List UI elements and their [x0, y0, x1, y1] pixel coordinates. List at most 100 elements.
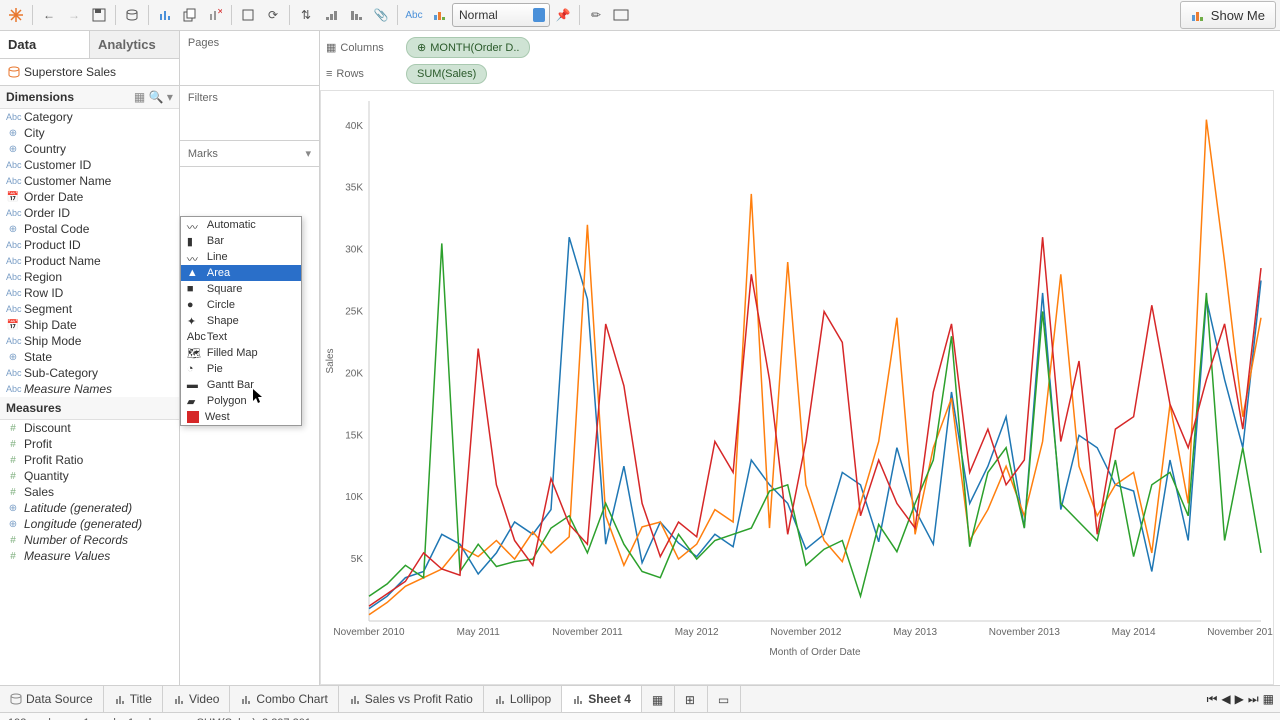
marks-option-gantt-bar[interactable]: ▬Gantt Bar: [181, 377, 301, 393]
tab-data[interactable]: Data: [0, 31, 89, 58]
sheet-tab-combo-chart[interactable]: Combo Chart: [230, 686, 338, 712]
autoupdate-icon[interactable]: [236, 3, 260, 27]
field-region[interactable]: AbcRegion: [0, 269, 179, 285]
marks-shelf-header[interactable]: Marks▾: [180, 141, 319, 167]
sort-desc-icon[interactable]: [344, 3, 368, 27]
new-dashboard-button[interactable]: ⊞: [675, 686, 708, 712]
first-tab-icon[interactable]: ⏮: [1207, 692, 1218, 707]
marks-option-pie[interactable]: ◔Pie: [181, 361, 301, 377]
tab-analytics[interactable]: Analytics: [89, 31, 179, 58]
marks-option-shape[interactable]: ✦Shape: [181, 313, 301, 329]
marks-option-automatic[interactable]: 〰Automatic: [181, 217, 301, 233]
tab-grid-icon[interactable]: ▦: [1263, 692, 1274, 706]
field-ship-date[interactable]: 📅Ship Date: [0, 317, 179, 333]
field-city[interactable]: ⊕City: [0, 125, 179, 141]
chart-canvas[interactable]: 5K10K15K20K25K30K35K40KNovember 2010May …: [320, 90, 1274, 685]
duplicate-sheet-icon[interactable]: [178, 3, 202, 27]
marks-option-line[interactable]: 〰Line: [181, 249, 301, 265]
field-quantity[interactable]: #Quantity: [0, 468, 179, 484]
west-color-swatch: [187, 411, 199, 423]
pin-icon[interactable]: 📌: [551, 3, 575, 27]
sort-asc-icon[interactable]: [319, 3, 343, 27]
field-customer-name[interactable]: AbcCustomer Name: [0, 173, 179, 189]
field-postal-code[interactable]: ⊕Postal Code: [0, 221, 179, 237]
svg-text:May 2011: May 2011: [457, 627, 501, 638]
svg-text:November 2014: November 2014: [1207, 627, 1273, 638]
next-tab-icon[interactable]: ▶: [1235, 692, 1244, 706]
filled-map-icon: 🗺: [187, 347, 201, 359]
field-longitude-generated-[interactable]: ⊕Longitude (generated): [0, 516, 179, 532]
run-icon[interactable]: ⟳: [261, 3, 285, 27]
marks-option-polygon[interactable]: ▰Polygon: [181, 393, 301, 409]
tab-icon: [349, 693, 361, 705]
new-dashboard-icon: ⊞: [685, 693, 697, 705]
status-bar: 192 marks 1 row by 1 column SUM(Sales): …: [0, 712, 1280, 720]
last-tab-icon[interactable]: ⏭: [1248, 692, 1259, 707]
rows-pill[interactable]: SUM(Sales): [406, 64, 487, 84]
field-measure-values[interactable]: #Measure Values: [0, 548, 179, 564]
labels-icon[interactable]: Abc: [402, 3, 426, 27]
field-state[interactable]: ⊕State: [0, 349, 179, 365]
svg-text:November 2012: November 2012: [770, 627, 842, 638]
sheet-tab-data-source[interactable]: Data Source: [0, 686, 104, 712]
field-product-name[interactable]: AbcProduct Name: [0, 253, 179, 269]
tableau-logo-icon[interactable]: [4, 3, 28, 27]
field-country[interactable]: ⊕Country: [0, 141, 179, 157]
field-order-date[interactable]: 📅Order Date: [0, 189, 179, 205]
field-measure-names[interactable]: AbcMeasure Names: [0, 381, 179, 397]
field-customer-id[interactable]: AbcCustomer ID: [0, 157, 179, 173]
field-profit-ratio[interactable]: #Profit Ratio: [0, 452, 179, 468]
highlight-icon[interactable]: ✏: [584, 3, 608, 27]
aggregate-icon[interactable]: [427, 3, 451, 27]
field-sub-category[interactable]: AbcSub-Category: [0, 365, 179, 381]
pages-shelf[interactable]: Pages: [180, 31, 319, 55]
field-row-id[interactable]: AbcRow ID: [0, 285, 179, 301]
field-sales[interactable]: #Sales: [0, 484, 179, 500]
field-order-id[interactable]: AbcOrder ID: [0, 205, 179, 221]
measures-list: #Discount#Profit#Profit Ratio#Quantity#S…: [0, 420, 179, 564]
field-latitude-generated-[interactable]: ⊕Latitude (generated): [0, 500, 179, 516]
sheet-tab-lollipop[interactable]: Lollipop: [484, 686, 562, 712]
field-profit[interactable]: #Profit: [0, 436, 179, 452]
clear-sheet-icon[interactable]: ✕: [203, 3, 227, 27]
sheet-tab-title[interactable]: Title: [104, 686, 163, 712]
tab-icon: [114, 693, 126, 705]
new-worksheet-icon[interactable]: [153, 3, 177, 27]
field-ship-mode[interactable]: AbcShip Mode: [0, 333, 179, 349]
new-sheet-button[interactable]: ▦: [642, 686, 675, 712]
group-icon[interactable]: 📎: [369, 3, 393, 27]
field-category[interactable]: AbcCategory: [0, 109, 179, 125]
svg-text:40K: 40K: [345, 121, 363, 132]
sheet-tab-video[interactable]: Video: [163, 686, 230, 712]
back-icon[interactable]: ←: [37, 3, 61, 27]
show-me-button[interactable]: Show Me: [1180, 1, 1276, 29]
prev-tab-icon[interactable]: ◀: [1221, 692, 1230, 706]
swap-icon[interactable]: ⇅: [294, 3, 318, 27]
presentation-icon[interactable]: [609, 3, 633, 27]
field-number-of-records[interactable]: #Number of Records: [0, 532, 179, 548]
save-icon[interactable]: [87, 3, 111, 27]
sheet-tab-sales-vs-profit-ratio[interactable]: Sales vs Profit Ratio: [339, 686, 484, 712]
columns-pill[interactable]: ⊕MONTH(Order D..: [406, 37, 530, 58]
region-west-chip[interactable]: West: [181, 409, 301, 425]
text-icon: Abc: [187, 331, 201, 343]
gantt-bar-icon: ▬: [187, 379, 201, 391]
marks-option-filled-map[interactable]: 🗺Filled Map: [181, 345, 301, 361]
marks-option-bar[interactable]: ▮Bar: [181, 233, 301, 249]
svg-text:May 2012: May 2012: [675, 627, 719, 638]
fit-selector[interactable]: Normal: [452, 3, 550, 27]
marks-option-text[interactable]: AbcText: [181, 329, 301, 345]
new-datasource-icon[interactable]: [120, 3, 144, 27]
forward-icon[interactable]: →: [62, 3, 86, 27]
datasource-item[interactable]: Superstore Sales: [0, 59, 179, 86]
marks-option-area[interactable]: ▲Area: [181, 265, 301, 281]
field-segment[interactable]: AbcSegment: [0, 301, 179, 317]
new-story-button[interactable]: ▭: [708, 686, 741, 712]
field-product-id[interactable]: AbcProduct ID: [0, 237, 179, 253]
marks-option-square[interactable]: ■Square: [181, 281, 301, 297]
filters-shelf[interactable]: Filters: [180, 86, 319, 110]
field-discount[interactable]: #Discount: [0, 420, 179, 436]
tab-icon: [494, 693, 506, 705]
sheet-tab-sheet-4[interactable]: Sheet 4: [562, 686, 642, 712]
marks-option-circle[interactable]: ●Circle: [181, 297, 301, 313]
